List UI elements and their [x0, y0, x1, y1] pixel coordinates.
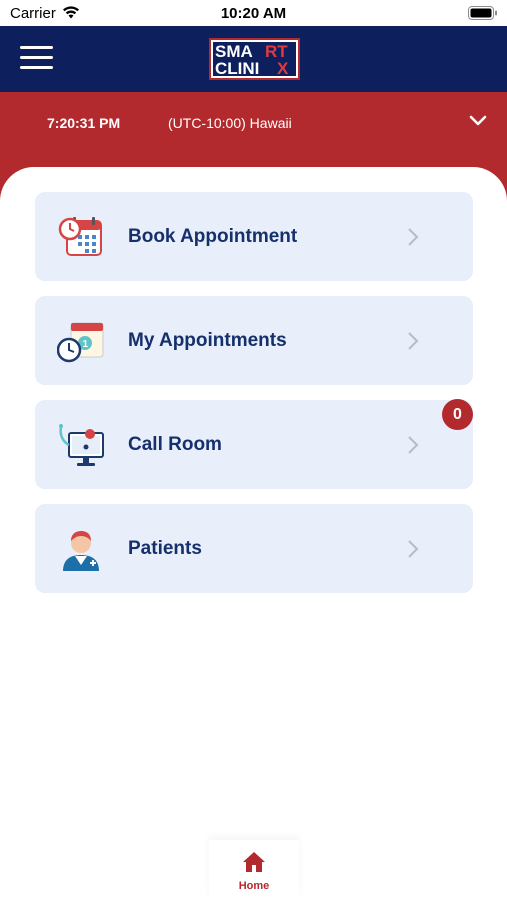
smart-clinix-logo: SMA RT CLINI X	[209, 38, 300, 80]
call-room-button[interactable]: Call Room	[35, 400, 473, 489]
app-header: SMA RT CLINI X	[0, 26, 507, 92]
my-appointments-button[interactable]: 1 My Appointments	[35, 296, 473, 385]
my-appointments-label: My Appointments	[128, 330, 287, 351]
status-time: 10:20 AM	[220, 5, 287, 22]
battery-icon	[468, 6, 497, 20]
book-appointment-label: Book Appointment	[128, 226, 298, 247]
tab-home[interactable]: Home	[209, 840, 299, 900]
calendar-clock-icon	[58, 217, 102, 256]
status-bar: Carrier 10:20 AM	[0, 0, 507, 26]
chevron-right-icon	[408, 332, 419, 350]
patients-label: Patients	[128, 538, 202, 559]
patients-button[interactable]: Patients	[35, 504, 473, 593]
bottom-tab-bar: Home	[0, 840, 507, 900]
home-icon	[243, 852, 265, 872]
chevron-right-icon	[408, 228, 419, 246]
call-room-label: Call Room	[128, 434, 222, 455]
tab-home-label: Home	[238, 880, 270, 892]
hamburger-menu-icon[interactable]	[20, 46, 54, 72]
timezone-label: (UTC-10:00) Hawaii	[168, 115, 292, 131]
svg-text:1: 1	[83, 339, 89, 350]
video-call-monitor-icon	[59, 424, 104, 466]
chevron-right-icon	[408, 540, 419, 558]
chevron-down-icon[interactable]	[469, 114, 487, 128]
logo-text-clini: CLINI	[215, 59, 259, 78]
chevron-right-icon	[408, 436, 419, 454]
logo-text-x: X	[277, 59, 289, 78]
local-time: 7:20:31 PM	[47, 115, 121, 131]
patient-avatar-icon	[63, 531, 99, 571]
call-room-count-badge: 0	[442, 399, 473, 430]
appointments-clock-icon: 1	[57, 322, 104, 363]
book-appointment-button[interactable]: Book Appointment	[35, 192, 473, 281]
